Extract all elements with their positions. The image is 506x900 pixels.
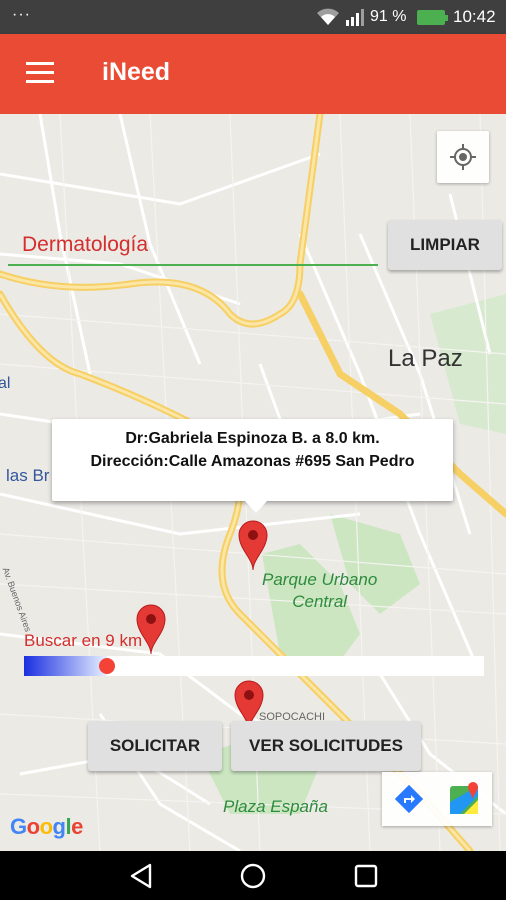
clear-button[interactable]: LIMPIAR bbox=[388, 220, 502, 270]
app-title: iNeed bbox=[102, 58, 171, 86]
home-icon[interactable] bbox=[238, 863, 268, 889]
back-icon[interactable] bbox=[126, 863, 156, 889]
map-label-partial-transit: al bbox=[0, 375, 11, 392]
my-location-button[interactable] bbox=[437, 131, 489, 183]
battery-charging-icon bbox=[417, 10, 448, 25]
map-label-park: Parque Urbano Central bbox=[262, 569, 377, 613]
map-marker-selected[interactable] bbox=[237, 519, 269, 571]
battery-percent: 91 % bbox=[370, 8, 407, 25]
map-label-partial-west: las Br bbox=[6, 466, 50, 485]
map-label-plaza: Plaza España bbox=[223, 797, 328, 816]
marker-info-window: Dr:Gabriela Espinoza B. a 8.0 km. Direcc… bbox=[52, 419, 453, 513]
clock: 10:42 bbox=[453, 7, 496, 26]
google-logo-letter: G bbox=[10, 814, 27, 839]
directions-icon bbox=[394, 784, 424, 814]
google-logo-letter: g bbox=[52, 814, 66, 839]
map-label-park-line2: Central bbox=[292, 592, 348, 611]
signal-icon bbox=[346, 9, 364, 26]
google-logo: Google bbox=[10, 814, 83, 840]
status-bar: ··· 91 % 10:42 bbox=[0, 0, 506, 34]
radius-slider-thumb[interactable] bbox=[98, 658, 115, 674]
hamburger-menu-icon[interactable] bbox=[26, 62, 54, 84]
info-address-line: Dirección:Calle Amazonas #695 San Pedro bbox=[90, 453, 415, 470]
system-nav-bar bbox=[0, 851, 506, 900]
google-logo-letter: o bbox=[39, 814, 53, 839]
radius-slider[interactable] bbox=[24, 656, 484, 676]
recents-icon[interactable] bbox=[351, 863, 381, 889]
google-logo-letter: o bbox=[26, 814, 40, 839]
map-label-city: La Paz bbox=[388, 345, 463, 372]
crosshair-icon bbox=[450, 144, 476, 170]
google-logo-letter: e bbox=[71, 814, 83, 839]
radius-label: Buscar en 9 km bbox=[24, 631, 143, 650]
request-button[interactable]: SOLICITAR bbox=[88, 721, 222, 771]
wifi-icon bbox=[317, 8, 339, 25]
view-requests-button[interactable]: VER SOLICITUDES bbox=[231, 721, 421, 771]
specialty-search-input[interactable] bbox=[8, 226, 378, 266]
radius-slider-fill bbox=[24, 656, 107, 676]
map-toolbar bbox=[382, 772, 492, 826]
directions-button[interactable] bbox=[382, 772, 436, 826]
app-bar: iNeed bbox=[0, 34, 506, 114]
map-label-park-line1: Parque Urbano bbox=[262, 570, 378, 589]
google-maps-icon bbox=[450, 782, 478, 814]
notification-dots: ··· bbox=[12, 6, 31, 23]
info-doctor-line: Dr:Gabriela Espinoza B. a 8.0 km. bbox=[125, 430, 380, 447]
open-maps-button[interactable] bbox=[438, 772, 492, 826]
